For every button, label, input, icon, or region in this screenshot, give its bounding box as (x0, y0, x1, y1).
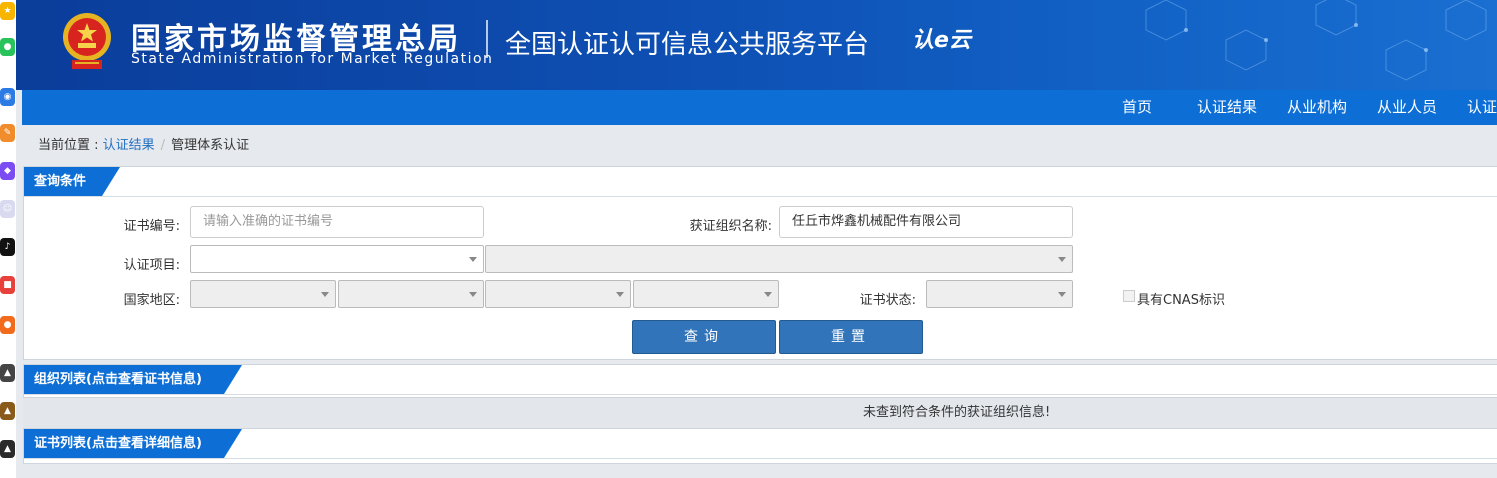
breadcrumb-link-cert-results[interactable]: 认证结果 (103, 138, 155, 153)
cert-list-header: 证书列表(点击查看详细信息) (24, 429, 1497, 459)
cnas-label: 具有CNAS标识 (1137, 293, 1225, 308)
status-select[interactable] (926, 280, 1073, 308)
project-subselect[interactable] (485, 245, 1073, 273)
national-emblem-icon (63, 13, 111, 69)
platform-title: 全国认证认可信息公共服务平台 (505, 30, 870, 60)
agency-title-en: State Administration for Market Regulati… (131, 51, 494, 67)
game4-app-icon[interactable]: ▲ (0, 440, 15, 458)
star-app-icon[interactable]: ★ (0, 2, 15, 20)
org-list-header: 组织列表(点击查看证书信息) (24, 365, 1497, 395)
taobao-app-icon[interactable]: ● (0, 316, 15, 334)
game3-app-icon[interactable]: ▲ (0, 402, 15, 420)
nav-cert[interactable]: 认证 (1467, 90, 1497, 125)
project-select[interactable] (190, 245, 484, 273)
chevron-down-icon (764, 292, 772, 297)
breadcrumb-prefix: 当前位置 : (38, 138, 103, 153)
nav-institutions[interactable]: 从业机构 (1287, 90, 1347, 125)
chevron-down-icon (1058, 292, 1066, 297)
reset-button[interactable]: 重置 (779, 320, 923, 354)
org-name-input[interactable]: 任丘市烨鑫机械配件有限公司 (779, 206, 1073, 238)
game2-app-icon[interactable]: ▲ (0, 364, 15, 382)
nav-practitioners[interactable]: 从业人员 (1377, 90, 1437, 125)
shopping-app-icon[interactable]: ■ (0, 276, 15, 294)
game-app-icon[interactable]: ◆ (0, 162, 15, 180)
query-panel-header: 查询条件 (24, 167, 1497, 197)
project-label: 认证项目: (123, 258, 180, 273)
chevron-down-icon (321, 292, 329, 297)
region-label: 国家地区: (123, 293, 180, 308)
app-dock: ★ ● ◉ ✎ ◆ ☺ ♪ ■ ● ▲ ▲ ▲ (0, 0, 16, 478)
breadcrumb: 当前位置 : 认证结果 / 管理体系认证 (38, 134, 249, 153)
renyun-logo: 认e云 (912, 28, 971, 53)
org-name-label: 获证组织名称: (689, 219, 772, 234)
main-nav: 首页 认证结果 从业机构 从业人员 认证 (22, 90, 1497, 125)
breadcrumb-separator: / (160, 138, 166, 153)
cert-list-title: 证书列表(点击查看详细信息) (24, 429, 242, 458)
chevron-down-icon (469, 292, 477, 297)
pencil-app-icon[interactable]: ✎ (0, 124, 15, 142)
org-list-empty-row: 未查到符合条件的获证组织信息! (23, 398, 1497, 428)
hexagon-decoration (1145, 0, 1487, 81)
nav-home[interactable]: 首页 (1122, 90, 1152, 125)
nav-cert-results[interactable]: 认证结果 (1197, 90, 1257, 125)
cert-list-panel: 证书列表(点击查看详细信息) (23, 428, 1497, 464)
search-button[interactable]: 查询 (632, 320, 776, 354)
chevron-down-icon (469, 257, 477, 262)
browser-app-icon[interactable]: ◉ (0, 88, 15, 106)
region-select-1[interactable] (190, 280, 336, 308)
breadcrumb-current: 管理体系认证 (171, 138, 250, 153)
org-list-empty-message: 未查到符合条件的获证组织信息! (863, 405, 1051, 420)
region-select-3[interactable] (485, 280, 631, 308)
status-label: 证书状态: (859, 293, 916, 308)
query-panel-title: 查询条件 (24, 167, 120, 196)
avatar-app-icon[interactable]: ☺ (0, 200, 15, 218)
org-list-title: 组织列表(点击查看证书信息) (24, 365, 242, 394)
chat-app-icon[interactable]: ● (0, 38, 15, 56)
chevron-down-icon (1058, 257, 1066, 262)
org-list-panel: 组织列表(点击查看证书信息) (23, 364, 1497, 398)
region-select-2[interactable] (338, 280, 484, 308)
region-select-4[interactable] (633, 280, 779, 308)
cert-no-input[interactable]: 请输入准确的证书编号 (190, 206, 484, 238)
header-divider (486, 20, 488, 58)
tiktok-app-icon[interactable]: ♪ (0, 238, 15, 256)
cert-no-label: 证书编号: (123, 219, 180, 234)
site-header: 国家市场监督管理总局 State Administration for Mark… (16, 0, 1497, 90)
cnas-checkbox[interactable] (1123, 290, 1135, 302)
chevron-down-icon (616, 292, 624, 297)
